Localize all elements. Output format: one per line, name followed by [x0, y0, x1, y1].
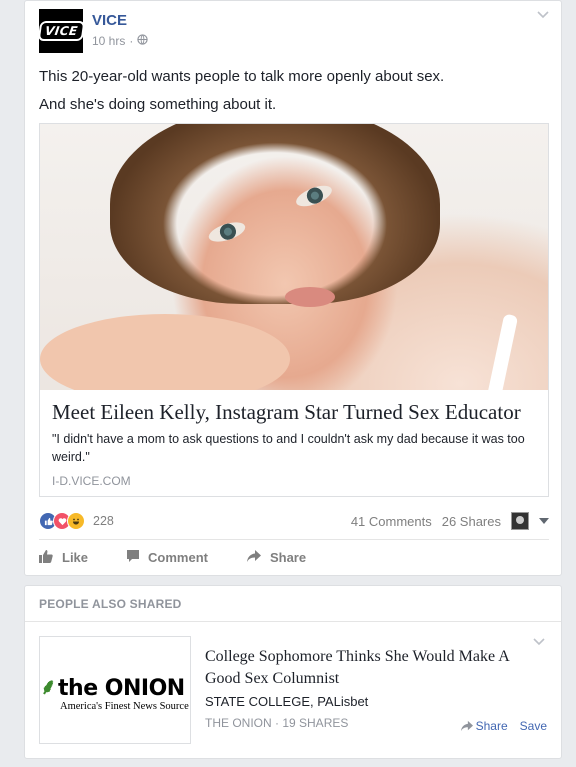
- page-name-link[interactable]: VICE: [92, 12, 127, 29]
- share-label: Share: [269, 550, 307, 565]
- thumbs-up-icon: [39, 549, 54, 566]
- post-meta: 10 hrs ·: [92, 34, 149, 48]
- shared-article-title[interactable]: College Sophomore Thinks She Would Make …: [205, 646, 535, 690]
- photo-arm: [40, 314, 290, 390]
- post-timestamp[interactable]: 10 hrs: [92, 34, 125, 48]
- photo-hair: [110, 124, 440, 304]
- post-text: This 20-year-old wants people to talk mo…: [39, 63, 539, 119]
- link-domain: I-D.VICE.COM: [52, 474, 131, 488]
- onion-logo-text: the ONION: [58, 676, 185, 701]
- onion-logo: ⸙ the ONION America's Finest News Source: [40, 671, 190, 712]
- people-also-shared-card: PEOPLE ALSO SHARED ⸙ the ONION America's …: [24, 585, 562, 759]
- shared-save-button[interactable]: Save: [520, 719, 547, 733]
- comments-count-link[interactable]: 41 Comments: [351, 514, 432, 529]
- comment-button[interactable]: Comment: [126, 549, 208, 566]
- article-photo[interactable]: [40, 124, 548, 390]
- globe-icon[interactable]: [137, 34, 149, 48]
- reactions-summary[interactable]: 228: [39, 512, 114, 530]
- shared-article-subtitle: STATE COLLEGE, PALisbet: [205, 694, 369, 709]
- link-description: "I didn't have a mom to ask questions to…: [52, 432, 525, 464]
- link-title[interactable]: Meet Eileen Kelly, Instagram Star Turned…: [52, 400, 521, 425]
- post-card: VICE VICE 10 hrs · This 20-year-old want…: [24, 0, 562, 576]
- comment-icon: [126, 549, 140, 566]
- vice-logo-text: VICE: [37, 21, 85, 41]
- shared-share-label: Share: [475, 719, 508, 733]
- dropdown-caret-icon[interactable]: [539, 518, 549, 524]
- onion-thumbnail[interactable]: ⸙ the ONION America's Finest News Source: [39, 636, 191, 744]
- post-actions: Like Comment Share: [39, 549, 306, 566]
- meta-separator: ·: [129, 34, 134, 48]
- shared-article-meta: THE ONION · 19 SHARES: [205, 716, 349, 730]
- photo-strap: [485, 313, 519, 390]
- shared-actions: Share Save: [460, 719, 547, 733]
- action-divider: [39, 539, 549, 540]
- section-divider: [25, 621, 561, 622]
- post-counts: 41 Comments 26 Shares: [351, 512, 549, 530]
- onion-sprout-icon: ⸙: [40, 675, 57, 700]
- photo-lips: [285, 287, 335, 307]
- like-label: Like: [62, 550, 89, 565]
- like-button[interactable]: Like: [39, 549, 88, 566]
- chevron-down-icon[interactable]: [533, 638, 545, 646]
- viewer-avatar[interactable]: [511, 512, 529, 530]
- shares-count-link[interactable]: 26 Shares: [442, 514, 501, 529]
- section-heading: PEOPLE ALSO SHARED: [39, 597, 182, 611]
- link-preview-card[interactable]: Meet Eileen Kelly, Instagram Star Turned…: [39, 123, 549, 497]
- post-text-line: And she's doing something about it.: [39, 96, 277, 113]
- share-arrow-icon: [460, 720, 473, 732]
- share-button[interactable]: Share: [246, 549, 306, 566]
- onion-tagline: America's Finest News Source: [60, 701, 189, 712]
- comment-label: Comment: [148, 550, 208, 565]
- chevron-down-icon[interactable]: [537, 11, 549, 19]
- reaction-count: 228: [93, 514, 114, 528]
- vice-page-avatar[interactable]: VICE: [37, 9, 85, 53]
- post-text-line: This 20-year-old wants people to talk mo…: [39, 68, 445, 85]
- haha-icon: [67, 512, 85, 530]
- shared-share-button[interactable]: Share: [460, 719, 508, 733]
- share-arrow-icon: [246, 549, 262, 566]
